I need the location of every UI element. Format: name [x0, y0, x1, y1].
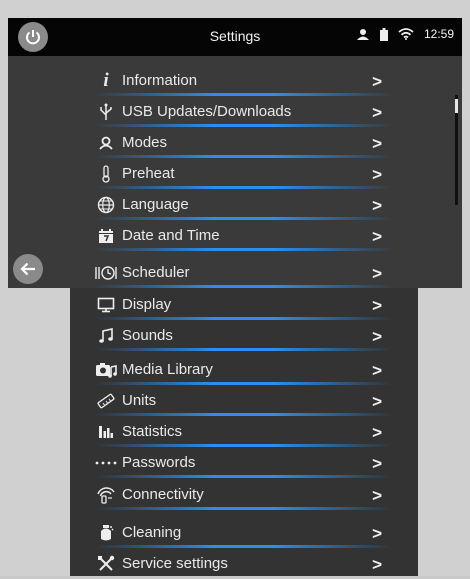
- menu-item-display[interactable]: Display >: [92, 290, 392, 320]
- usb-icon: [94, 102, 118, 122]
- menu-item-label: Media Library: [122, 361, 213, 378]
- thermometer-icon: [94, 164, 118, 184]
- divider: [96, 186, 392, 189]
- chevron-right-icon: >: [372, 134, 382, 153]
- chevron-right-icon: >: [372, 327, 382, 346]
- menu-item-preheat[interactable]: Preheat >: [92, 159, 392, 189]
- password-icon: [94, 453, 118, 473]
- divider: [96, 248, 392, 251]
- chevron-right-icon: >: [372, 165, 382, 184]
- divider: [96, 348, 392, 351]
- calendar-icon: [94, 226, 118, 246]
- top-bar: Settings 12:59: [8, 18, 462, 56]
- menu-item-label: Preheat: [122, 165, 175, 182]
- menu-item-media-library[interactable]: Media Library >: [92, 355, 392, 385]
- chevron-right-icon: >: [372, 454, 382, 473]
- chevron-right-icon: >: [372, 486, 382, 505]
- scheduler-icon: [94, 263, 118, 283]
- menu-item-label: Information: [122, 72, 198, 89]
- divider: [96, 475, 392, 478]
- divider: [96, 124, 392, 127]
- scrollbar-thumb[interactable]: [455, 99, 458, 113]
- chevron-right-icon: >: [372, 296, 382, 315]
- chevron-right-icon: >: [372, 196, 382, 215]
- chevron-right-icon: >: [372, 264, 382, 283]
- menu-item-modes[interactable]: Modes >: [92, 128, 392, 158]
- menu-item-date-time[interactable]: Date and Time >: [92, 221, 392, 251]
- menu-item-statistics[interactable]: Statistics >: [92, 417, 392, 447]
- divider: [96, 317, 392, 320]
- chevron-right-icon: >: [372, 555, 382, 574]
- divider: [96, 93, 392, 96]
- status-bar: 12:59: [356, 27, 454, 41]
- battery-icon: [379, 27, 388, 41]
- chevron-right-icon: >: [372, 392, 382, 411]
- menu-item-information[interactable]: i Information >: [92, 66, 392, 96]
- ruler-icon: [94, 391, 118, 411]
- user-icon: [356, 29, 369, 40]
- music-note-icon: [94, 326, 118, 346]
- divider: [96, 155, 392, 158]
- menu-item-label: Display: [122, 296, 172, 313]
- menu-item-label: Statistics: [122, 423, 183, 440]
- menu-item-passwords[interactable]: Passwords >: [92, 448, 392, 478]
- menu-item-cleaning[interactable]: Cleaning >: [92, 518, 392, 548]
- monitor-icon: [94, 295, 118, 315]
- divider: [96, 413, 392, 416]
- menu-item-usb-updates[interactable]: USB Updates/Downloads >: [92, 97, 392, 127]
- menu-item-label: Connectivity: [122, 486, 204, 503]
- menu-item-label: Sounds: [122, 327, 173, 344]
- menu-item-label: Language: [122, 196, 189, 213]
- chevron-right-icon: >: [372, 72, 382, 91]
- menu-item-label: USB Updates/Downloads: [122, 103, 292, 120]
- divider: [96, 444, 392, 447]
- bar-chart-icon: [94, 422, 118, 442]
- menu-item-label: Service settings: [122, 555, 228, 572]
- menu-item-label: Passwords: [122, 454, 196, 471]
- chevron-right-icon: >: [372, 423, 382, 442]
- wifi-icon: [398, 28, 414, 40]
- tools-icon: [94, 554, 118, 574]
- divider: [96, 382, 392, 385]
- globe-icon: [94, 195, 118, 215]
- clock: 12:59: [423, 27, 454, 41]
- divider: [96, 217, 392, 220]
- back-button[interactable]: [13, 254, 43, 284]
- menu-item-service-settings[interactable]: Service settings >: [92, 549, 392, 579]
- chevron-right-icon: >: [372, 361, 382, 380]
- divider: [96, 507, 392, 510]
- connectivity-icon: [94, 485, 118, 505]
- media-icon: [94, 360, 118, 380]
- menu-item-label: Cleaning: [122, 524, 182, 541]
- menu-item-sounds[interactable]: Sounds >: [92, 321, 392, 351]
- menu-item-connectivity[interactable]: Connectivity >: [92, 480, 392, 510]
- menu-item-label: Scheduler: [122, 264, 190, 281]
- arrow-left-icon: [20, 262, 35, 276]
- modes-icon: [94, 133, 118, 153]
- chevron-right-icon: >: [372, 103, 382, 122]
- divider: [96, 285, 392, 288]
- menu-item-language[interactable]: Language >: [92, 190, 392, 220]
- menu-item-label: Modes: [122, 134, 168, 151]
- info-icon: i: [103, 70, 109, 91]
- divider: [96, 545, 392, 548]
- menu-item-scheduler[interactable]: Scheduler >: [92, 258, 392, 288]
- cleaning-icon: [94, 523, 118, 543]
- menu-item-label: Units: [122, 392, 157, 409]
- chevron-right-icon: >: [372, 524, 382, 543]
- menu-item-label: Date and Time: [122, 227, 220, 244]
- chevron-right-icon: >: [372, 227, 382, 246]
- menu-item-units[interactable]: Units >: [92, 386, 392, 416]
